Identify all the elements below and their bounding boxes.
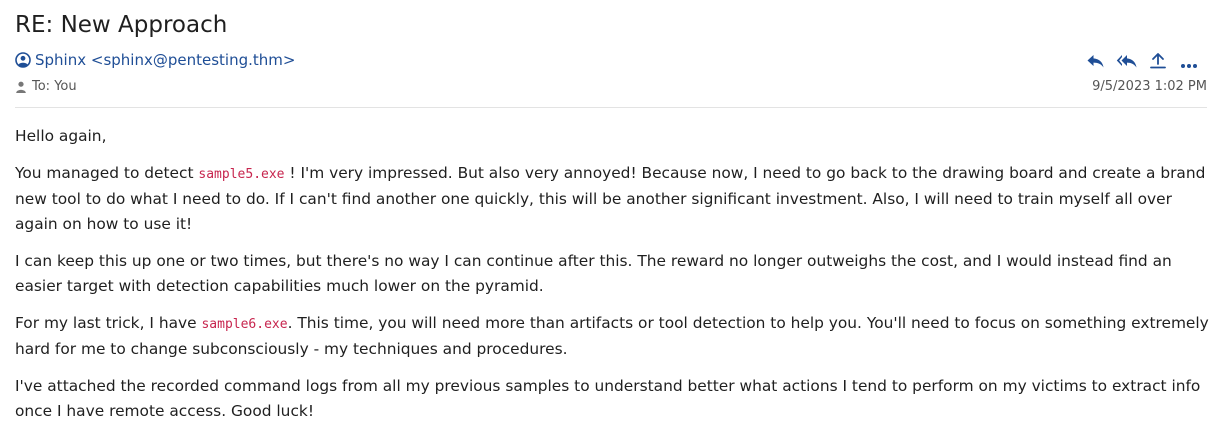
forward-button[interactable] (1147, 53, 1168, 73)
paragraph-2: I can keep this up one or two times, but… (15, 252, 1172, 295)
recipients: To: You (15, 79, 77, 94)
reply-all-icon (1116, 53, 1138, 73)
greeting: Hello again, (15, 127, 107, 145)
sender[interactable]: Sphinx <sphinx@pentesting.thm> (15, 51, 295, 69)
paragraph-4: I've attached the recorded command logs … (15, 377, 1201, 420)
email-subject: RE: New Approach (15, 12, 228, 38)
forward-icon (1149, 52, 1167, 74)
message-actions (1085, 53, 1199, 73)
paragraph-1-text-a: You managed to detect (15, 164, 199, 182)
header-divider (15, 107, 1207, 108)
sender-address[interactable]: Sphinx <sphinx@pentesting.thm> (35, 51, 295, 69)
code-sample5: sample5.exe (198, 167, 285, 182)
person-icon (15, 81, 27, 93)
reply-button[interactable] (1085, 53, 1106, 73)
more-icon (1180, 54, 1198, 73)
email-view: RE: New Approach Sphinx <sphinx@pentesti… (0, 0, 1217, 436)
recipient-label: To: You (32, 79, 77, 94)
email-body: Hello again, You managed to detect sampl… (15, 124, 1210, 436)
paragraph-3-text-a: For my last trick, I have (15, 314, 202, 332)
code-sample6: sample6.exe (201, 317, 288, 332)
paragraph-1: You managed to detect sample5.exe ! I'm … (15, 161, 1210, 237)
reply-icon (1086, 53, 1105, 73)
email-date: 9/5/2023 1:02 PM (1092, 79, 1207, 94)
user-circle-icon (15, 52, 31, 68)
reply-all-button[interactable] (1116, 53, 1137, 73)
more-button[interactable] (1178, 53, 1199, 73)
paragraph-3: For my last trick, I have sample6.exe. T… (15, 311, 1210, 362)
